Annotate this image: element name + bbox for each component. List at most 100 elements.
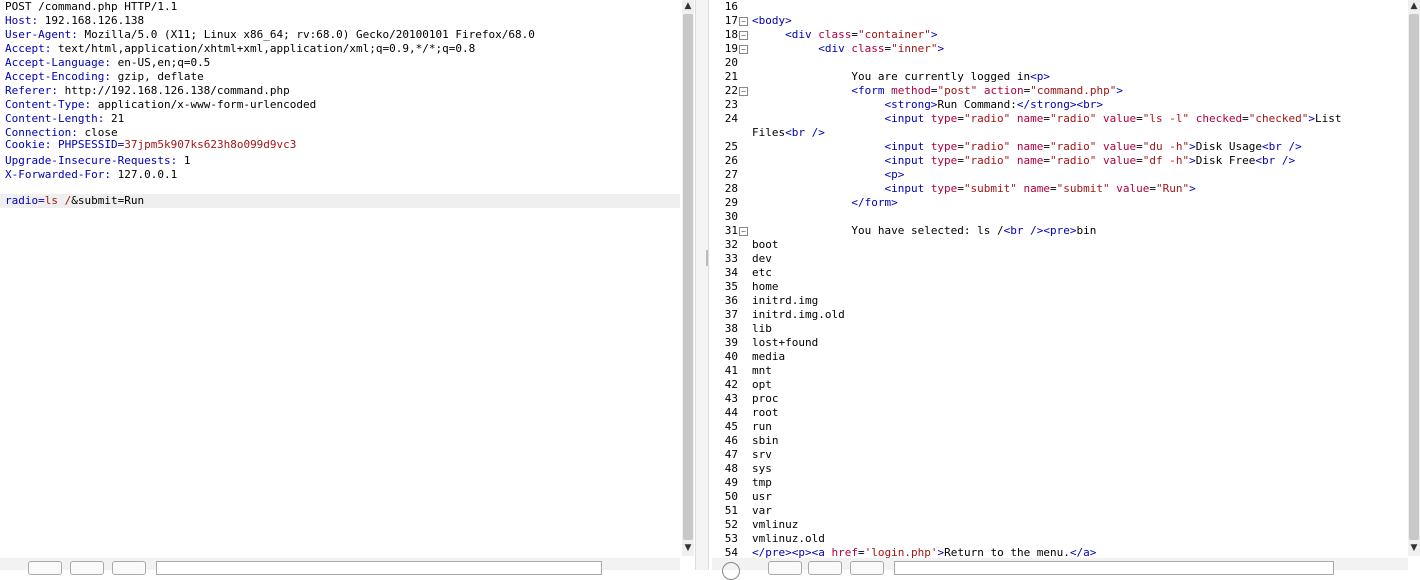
- cookie-value: 37jpm5k907ks623h8o099d9vc3: [124, 138, 297, 151]
- header-name: Upgrade-Insecure-Requests: [5, 154, 171, 167]
- listing-entry: tmp: [752, 476, 772, 489]
- line-number: 31: [724, 224, 738, 237]
- help-icon[interactable]: [722, 562, 740, 580]
- disk-free-text: Disk Free: [1195, 154, 1256, 167]
- splitter-grip[interactable]: [706, 250, 708, 266]
- line-number: 39: [724, 336, 738, 349]
- listing-entry: initrd.img.old: [752, 308, 845, 321]
- logged-in-text: You are currently logged in: [851, 70, 1031, 83]
- listing-entry: lib: [752, 322, 772, 335]
- listing-entry: lost+found: [752, 336, 819, 349]
- fold-toggle-icon[interactable]: −: [739, 227, 748, 236]
- request-search-input[interactable]: [156, 561, 602, 575]
- request-line: POST /command.php HTTP/1.1: [5, 0, 178, 13]
- header-name: Accept-Encoding: [5, 70, 105, 83]
- listing-entry: root: [752, 406, 779, 419]
- response-editor[interactable]: 16 17− <body> 18− <div class="container"> 19…: [710, 0, 1416, 570]
- line-number: 21: [724, 70, 738, 83]
- line-number: 48: [724, 462, 738, 475]
- line-number: 27: [724, 168, 738, 181]
- line-number: 25: [724, 140, 738, 153]
- line-number: 42: [724, 378, 738, 391]
- list-files-cont-text: Files: [752, 126, 786, 139]
- scroll-thumb[interactable]: [1409, 14, 1419, 540]
- request-header: Accept-Language: en-US,en;q=0.5: [5, 56, 211, 69]
- cookie-name: PHPSESSID: [58, 138, 118, 151]
- request-header: Host: 192.168.126.138: [5, 14, 145, 27]
- fold-toggle-icon[interactable]: −: [739, 17, 748, 26]
- listing-entry: vmlinuz: [752, 518, 799, 531]
- listing-entry: mnt: [752, 364, 772, 377]
- scroll-up-icon[interactable]: ▲: [682, 0, 694, 12]
- help-button[interactable]: [28, 561, 62, 575]
- response-scrollbar[interactable]: ▲ ▼: [1408, 0, 1420, 556]
- next-match-button[interactable]: [112, 561, 146, 575]
- header-value: 1: [183, 154, 191, 167]
- request-header: User-Agent: Mozilla/5.0 (X11; Linux x86_…: [5, 28, 535, 41]
- listing-entry: sbin: [752, 434, 779, 447]
- scroll-down-icon[interactable]: ▼: [1408, 542, 1420, 554]
- listing-entry: boot: [752, 238, 779, 251]
- body-param-name: radio: [5, 194, 39, 207]
- line-number: 50: [724, 490, 738, 503]
- line-number: 45: [724, 420, 738, 433]
- selected-text: You have selected: ls /: [851, 224, 1004, 237]
- response-search-input[interactable]: [894, 561, 1334, 575]
- line-number: 22: [724, 84, 738, 97]
- next-match-button[interactable]: [850, 561, 884, 575]
- fold-toggle-icon[interactable]: −: [739, 87, 748, 96]
- line-number: 19: [724, 42, 738, 55]
- line-number: 46: [724, 434, 738, 447]
- line-number: 24: [724, 112, 738, 125]
- line-number: 41: [724, 364, 738, 377]
- header-name: Accept: [5, 42, 45, 55]
- line-number: 51: [724, 504, 738, 517]
- request-header: Upgrade-Insecure-Requests: 1: [5, 154, 191, 167]
- prev-match-button[interactable]: [70, 561, 104, 575]
- line-number: 16: [724, 0, 738, 13]
- line-number: 30: [724, 210, 738, 223]
- fold-toggle-icon[interactable]: −: [739, 45, 748, 54]
- fold-toggle-icon[interactable]: −: [739, 31, 748, 40]
- header-value: text/html,application/xhtml+xml,applicat…: [58, 42, 476, 55]
- forward-button[interactable]: [808, 561, 842, 575]
- cookie-header-name: Cookie: [5, 138, 45, 151]
- request-scrollbar[interactable]: ▲ ▼: [682, 0, 694, 556]
- header-name: X-Forwarded-For: [5, 168, 105, 181]
- body-rest: &submit=Run: [71, 194, 145, 207]
- header-value: 192.168.126.138: [44, 14, 145, 27]
- header-name: Content-Length: [5, 112, 98, 125]
- header-name: User-Agent: [5, 28, 72, 41]
- request-header: Accept-Encoding: gzip, deflate: [5, 70, 204, 83]
- request-header: Accept: text/html,application/xhtml+xml,…: [5, 42, 476, 55]
- header-value: en-US,en;q=0.5: [117, 56, 211, 69]
- line-number: 32: [724, 238, 738, 251]
- pane-splitter[interactable]: [695, 0, 709, 570]
- list-files-text: List: [1314, 112, 1342, 125]
- line-number: 20: [724, 56, 738, 69]
- prev-button[interactable]: [768, 561, 802, 575]
- request-header: Content-Type: application/x-www-form-url…: [5, 98, 317, 111]
- listing-entry: opt: [752, 378, 772, 391]
- listing-entry: proc: [752, 392, 779, 405]
- line-number: 17: [724, 14, 738, 27]
- line-number: 33: [724, 252, 738, 265]
- header-value: 127.0.0.1: [117, 168, 178, 181]
- line-number: 29: [724, 196, 738, 209]
- listing-entry: initrd.img: [752, 294, 819, 307]
- line-number: 34: [724, 266, 738, 279]
- request-header: Referer: http://192.168.126.138/command.…: [5, 84, 290, 97]
- scroll-down-icon[interactable]: ▼: [682, 542, 694, 554]
- line-number: 36: [724, 294, 738, 307]
- line-number: 23: [724, 98, 738, 111]
- listing-entry: dev: [752, 252, 772, 265]
- line-number: 47: [724, 448, 738, 461]
- scroll-thumb[interactable]: [683, 14, 693, 540]
- line-number: 28: [724, 182, 738, 195]
- listing-entry: srv: [752, 448, 772, 461]
- request-editor[interactable]: POST /command.php HTTP/1.1 Host: 192.168…: [0, 0, 680, 570]
- header-value: gzip, deflate: [117, 70, 204, 83]
- scroll-up-icon[interactable]: ▲: [1408, 0, 1420, 12]
- listing-entry: etc: [752, 266, 772, 279]
- line-number: 53: [724, 532, 738, 545]
